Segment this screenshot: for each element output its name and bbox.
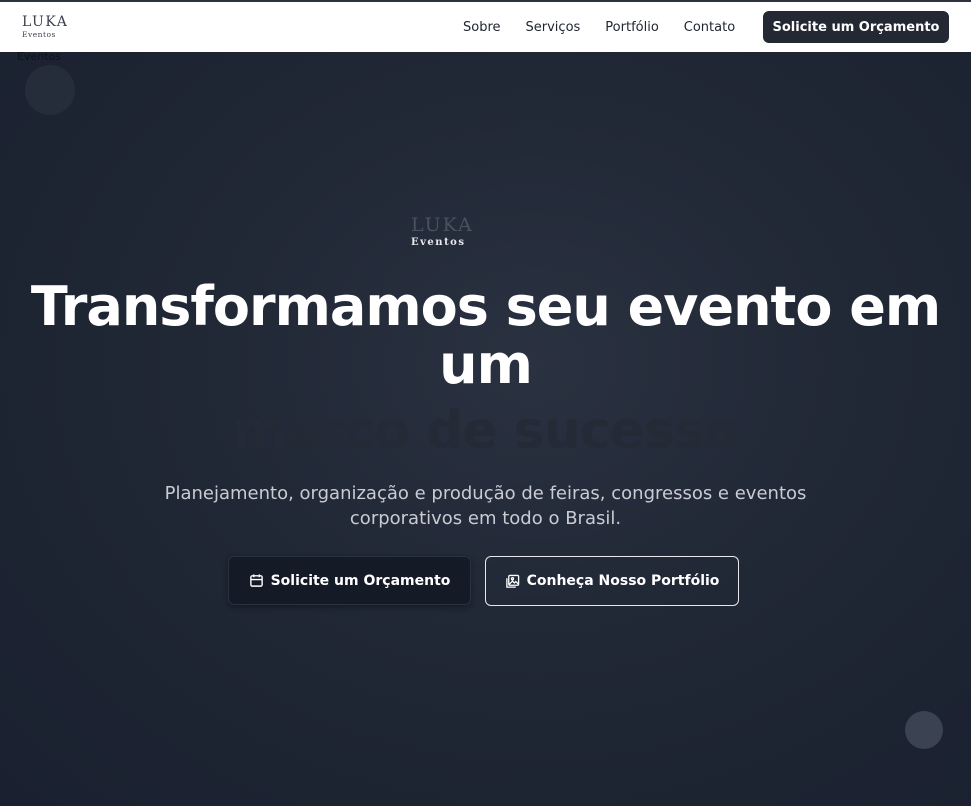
brand-subtitle: Eventos	[22, 30, 56, 39]
nav-link-contato[interactable]: Contato	[684, 20, 735, 35]
hero-logo: LUKA Eventos	[411, 216, 474, 248]
portfolio-button-label: Conheça Nosso Portfólio	[526, 573, 720, 589]
portfolio-button[interactable]: Conheça Nosso Portfólio	[485, 556, 739, 606]
nav-link-sobre[interactable]: Sobre	[463, 20, 501, 35]
nav-link-servicos[interactable]: Serviços	[526, 20, 581, 35]
floating-action-button[interactable]	[905, 711, 943, 749]
brand-logo[interactable]: LUKA Eventos	[22, 15, 68, 39]
quote-button-label: Solicite um Orçamento	[270, 572, 451, 589]
hero-logo-subtitle: Eventos	[411, 237, 466, 248]
main-nav: Sobre Serviços Portfólio Contato	[450, 2, 760, 52]
hero-title-line1: Transformamos seu evento em	[30, 275, 941, 338]
quote-button[interactable]: Solicite um Orçamento	[228, 556, 471, 605]
brand-name: LUKA	[22, 14, 69, 30]
hero-title: Transformamos seu evento em um	[0, 278, 971, 394]
hero-title-line2: um	[439, 333, 533, 396]
image-gallery-icon	[505, 574, 519, 588]
hero-highlight-text: marco de sucesso	[232, 401, 740, 461]
decorative-circle	[25, 65, 75, 115]
nav-quote-button[interactable]: Solicite um Orçamento	[763, 11, 949, 43]
hero-logo-name: LUKA	[411, 214, 474, 236]
ghost-brand-text: Eventos	[17, 50, 61, 63]
navbar: LUKA Eventos Sobre Serviços Portfólio Co…	[0, 2, 971, 52]
calendar-icon	[249, 574, 263, 587]
hero-subtitle: Planejamento, organização e produção de …	[164, 483, 807, 529]
nav-link-portfolio[interactable]: Portfólio	[605, 20, 658, 35]
